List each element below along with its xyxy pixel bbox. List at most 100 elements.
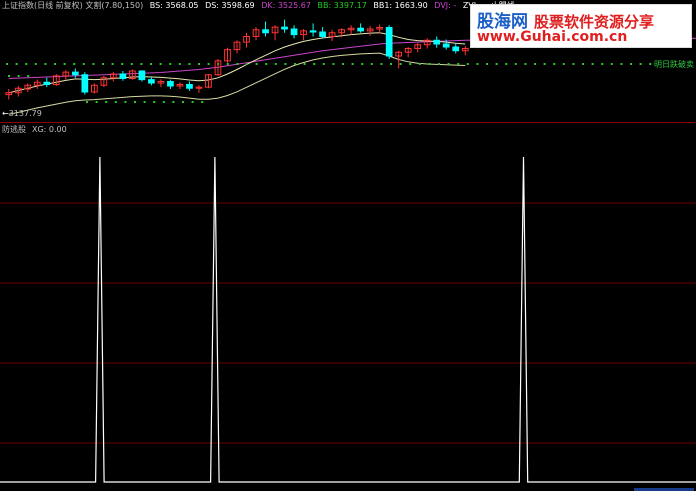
dot-marker bbox=[313, 63, 316, 65]
dot-marker bbox=[428, 63, 431, 65]
legend-bs: BS: 3568.05 bbox=[149, 1, 199, 10]
dot-marker bbox=[553, 63, 556, 65]
dot-marker bbox=[514, 63, 517, 65]
dot-marker bbox=[380, 63, 383, 65]
dot-marker bbox=[255, 63, 258, 65]
xg-signal-line bbox=[0, 156, 696, 483]
dot-marker bbox=[25, 63, 28, 65]
support-line bbox=[8, 52, 466, 115]
kline-legend: 上证指数(日线 前复权) 文割(7.80,150) BS: 3568.05 DS… bbox=[2, 1, 527, 11]
candle-body bbox=[309, 30, 317, 33]
dot-marker bbox=[562, 63, 565, 65]
dot-marker bbox=[162, 101, 165, 103]
dot-marker bbox=[524, 63, 527, 65]
dot-marker bbox=[639, 63, 642, 65]
dot-marker bbox=[159, 63, 162, 65]
dot-marker bbox=[92, 63, 95, 65]
indicator-title: 防逃股 bbox=[2, 125, 26, 134]
dot-marker bbox=[466, 63, 469, 65]
dot-marker bbox=[534, 63, 536, 65]
dvj-value: - bbox=[453, 1, 457, 10]
legend-ds: DS: 3598.69 bbox=[205, 1, 255, 10]
dot-marker bbox=[17, 75, 20, 77]
dot-marker bbox=[140, 63, 143, 65]
dot-marker bbox=[361, 63, 364, 65]
chart-title: 上证指数(日线 前复权) 文割(7.80,150) bbox=[2, 1, 144, 10]
candle-body bbox=[81, 74, 89, 93]
dot-marker bbox=[27, 75, 30, 77]
dot-marker bbox=[150, 63, 152, 65]
dot-marker bbox=[191, 101, 194, 103]
dot-marker bbox=[114, 101, 117, 103]
candle-body bbox=[262, 29, 269, 34]
dot-marker bbox=[169, 63, 172, 65]
candle-body bbox=[433, 39, 441, 45]
kline-pane[interactable]: 上证指数(日线 前复权) 文割(7.80,150) BS: 3568.05 DS… bbox=[0, 0, 696, 122]
dot-marker bbox=[591, 63, 594, 65]
dk-value: 3525.67 bbox=[277, 1, 311, 10]
dot-marker bbox=[134, 101, 136, 103]
candle-body bbox=[452, 46, 460, 52]
dot-marker bbox=[34, 63, 37, 65]
legend-bb1: BB1: 1663.90 bbox=[373, 1, 428, 10]
dot-marker bbox=[236, 63, 239, 65]
dot-marker bbox=[198, 63, 200, 65]
indicator-value: XG: 0.00 bbox=[32, 125, 67, 134]
dot-marker bbox=[370, 63, 373, 65]
candle-body bbox=[290, 28, 298, 36]
dot-marker bbox=[505, 63, 508, 65]
candle-body bbox=[43, 81, 51, 85]
dot-marker bbox=[630, 63, 632, 65]
dot-marker bbox=[143, 101, 146, 103]
dot-marker bbox=[447, 63, 450, 65]
bb-value: 3397.17 bbox=[333, 1, 367, 10]
dot-marker bbox=[95, 101, 98, 103]
dot-marker bbox=[44, 63, 47, 65]
dot-marker bbox=[265, 63, 268, 65]
dot-marker bbox=[438, 63, 440, 65]
dot-marker bbox=[15, 63, 18, 65]
dot-marker bbox=[130, 63, 133, 65]
watermark: 股海网 股票软件资源分享 www.Guhai.com.cn bbox=[470, 4, 692, 48]
dot-marker bbox=[124, 101, 127, 103]
candle-body bbox=[119, 73, 127, 79]
indicator-pane[interactable]: 防逃股 XG: 0.00 bbox=[0, 123, 696, 491]
candle-body bbox=[385, 27, 393, 57]
dot-marker bbox=[73, 63, 76, 65]
candle-body bbox=[71, 71, 79, 76]
dot-marker bbox=[274, 63, 277, 65]
candle-body bbox=[148, 79, 155, 84]
dot-marker bbox=[543, 63, 546, 65]
dot-marker bbox=[476, 63, 479, 65]
legend-bb: BB: 3397.17 bbox=[317, 1, 367, 10]
dot-marker bbox=[620, 63, 623, 65]
dot-marker bbox=[457, 63, 460, 65]
dot-marker bbox=[351, 63, 354, 65]
dot-marker bbox=[284, 63, 287, 65]
dot-marker bbox=[54, 63, 56, 65]
dot-marker bbox=[8, 75, 10, 77]
dot-marker bbox=[582, 63, 584, 65]
legend-dk: DK: 3525.67 bbox=[261, 1, 311, 10]
dot-marker bbox=[63, 63, 66, 65]
dot-marker bbox=[399, 63, 402, 65]
dot-marker bbox=[182, 101, 184, 103]
sell-annotation: 明日跌破卖 bbox=[654, 60, 694, 69]
dot-marker bbox=[610, 63, 613, 65]
indicator-chart bbox=[0, 156, 696, 483]
dot-marker bbox=[86, 101, 88, 103]
legend-dvj: DVJ: - bbox=[434, 1, 457, 10]
dot-marker bbox=[495, 63, 498, 65]
dot-marker bbox=[178, 63, 181, 65]
dot-marker bbox=[6, 63, 8, 65]
dot-marker bbox=[572, 63, 575, 65]
dot-marker bbox=[201, 101, 204, 103]
dot-marker bbox=[332, 63, 335, 65]
dot-marker bbox=[153, 101, 156, 103]
dot-marker bbox=[102, 63, 104, 65]
price-marker-value: 3137.79 bbox=[8, 109, 42, 118]
dot-marker bbox=[342, 63, 344, 65]
dot-marker bbox=[226, 63, 229, 65]
dot-marker bbox=[486, 63, 488, 65]
dot-marker bbox=[601, 63, 604, 65]
